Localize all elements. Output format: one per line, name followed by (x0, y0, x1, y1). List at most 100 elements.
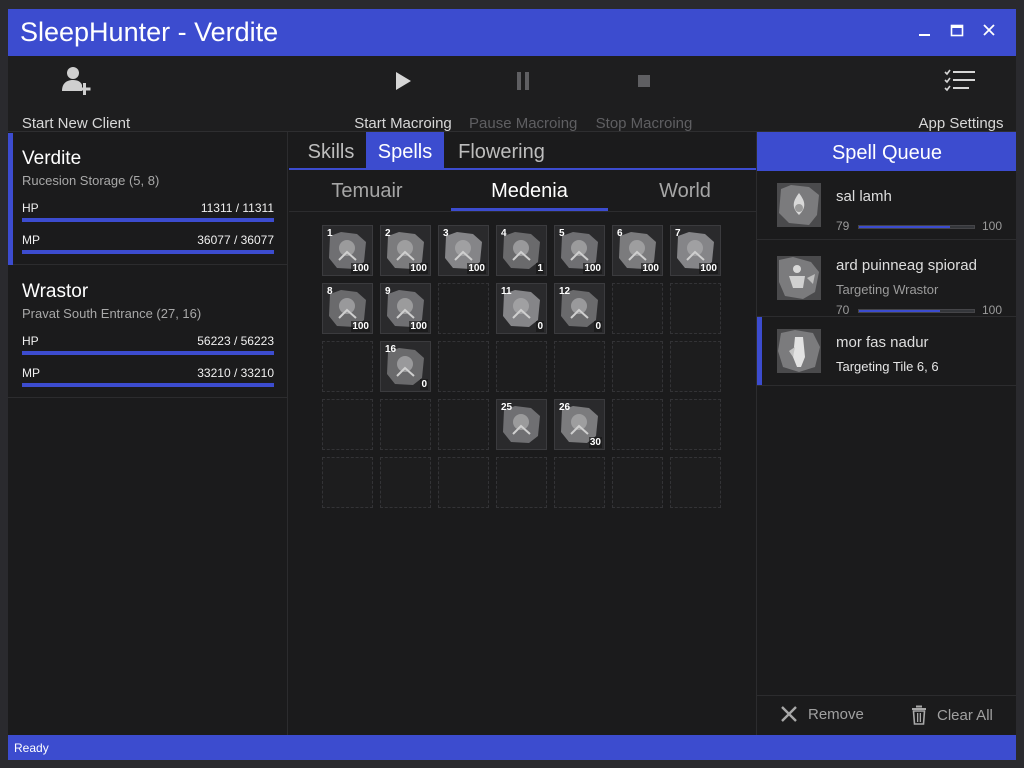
queue-spell-target: Targeting Wrastor (836, 282, 939, 297)
spell-slot-number: 6 (617, 228, 623, 239)
play-icon (351, 56, 455, 106)
spell-category-tabs: Temuair Medenia World (289, 172, 756, 212)
spell-slot[interactable]: 5 100 (554, 225, 605, 276)
spell-slot[interactable]: 1 100 (322, 225, 373, 276)
start-new-client-button[interactable]: Start New Client (21, 56, 131, 132)
start-macroing-label: Start Macroing (354, 115, 452, 132)
pause-icon (469, 56, 577, 106)
stop-macroing-button[interactable]: Stop Macroing (592, 56, 696, 132)
client-location: Pravat South Entrance (27, 16) (22, 306, 202, 321)
spell-slot-count: 0 (420, 379, 428, 390)
empty-spell-slot[interactable] (380, 399, 431, 450)
app-settings-button[interactable]: App Settings (914, 56, 1008, 132)
tab-skills[interactable]: Skills (297, 132, 365, 170)
bar-fill (859, 226, 950, 228)
empty-spell-slot[interactable] (438, 283, 489, 334)
spell-icon (777, 256, 821, 300)
client-list: Verdite Rucesion Storage (5, 8) HP 11311… (8, 132, 288, 735)
empty-spell-slot[interactable] (554, 457, 605, 508)
spell-slot-count: 1 (536, 263, 544, 274)
stop-macroing-label: Stop Macroing (595, 115, 693, 132)
window-title: SleepHunter - Verdite (20, 17, 279, 47)
empty-spell-slot[interactable] (322, 457, 373, 508)
spell-slot[interactable]: 41 (496, 225, 547, 276)
queue-item[interactable]: sal lamh 79 100 (757, 171, 1016, 240)
spell-slot-count: 100 (641, 263, 660, 274)
mp-label: MP (22, 366, 40, 380)
remove-button[interactable]: Remove (780, 705, 864, 723)
empty-spell-slot[interactable] (380, 457, 431, 508)
client-location: Rucesion Storage (5, 8) (22, 173, 160, 188)
clear-all-label: Clear All (937, 706, 993, 724)
spell-slot[interactable]: 7 100 (670, 225, 721, 276)
tab-medenia[interactable]: Medenia (451, 172, 608, 211)
queue-spell-max: 100 (982, 219, 1003, 233)
empty-spell-slot[interactable] (496, 341, 547, 392)
spell-slot-count: 100 (583, 263, 602, 274)
hp-bar (22, 351, 274, 355)
mp-stat: MP 33210 / 33210 (22, 366, 274, 380)
empty-spell-slot[interactable] (322, 341, 373, 392)
spell-slot-count: 100 (351, 321, 370, 332)
maximize-button[interactable] (944, 21, 970, 43)
queue-spell-target: Targeting Tile 6, 6 (836, 359, 939, 374)
empty-spell-slot[interactable] (612, 399, 663, 450)
spell-slot[interactable]: 9 100 (380, 283, 431, 334)
queue-item[interactable]: mor fas nadur Targeting Tile 6, 6 (757, 317, 1016, 386)
mp-bar (22, 250, 274, 254)
app-window: SleepHunter - Verdite Start New Client S… (8, 9, 1016, 760)
empty-spell-slot[interactable] (496, 457, 547, 508)
tab-world[interactable]: World (629, 172, 741, 211)
queue-item[interactable]: ard puinneag spiorad Targeting Wrastor 7… (757, 240, 1016, 317)
spell-slot[interactable]: 25 (496, 399, 547, 450)
spell-slot-number: 4 (501, 228, 507, 239)
hp-stat: HP 56223 / 56223 (22, 334, 274, 348)
empty-spell-slot[interactable] (554, 341, 605, 392)
empty-spell-slot[interactable] (670, 399, 721, 450)
empty-spell-slot[interactable] (670, 283, 721, 334)
client-name: Verdite (22, 148, 82, 169)
spell-slot-number: 7 (675, 228, 681, 239)
bar-fill (22, 218, 274, 222)
bar-fill (22, 250, 274, 254)
spell-slot[interactable]: 6 100 (612, 225, 663, 276)
hp-value: 11311 / 11311 (200, 201, 274, 215)
hp-label: HP (22, 334, 39, 348)
empty-spell-slot[interactable] (438, 457, 489, 508)
minimize-button[interactable] (912, 21, 938, 43)
mp-bar (22, 383, 274, 387)
checklist-settings-icon (914, 56, 1008, 106)
spell-slot[interactable]: 16 0 (380, 341, 431, 392)
mp-stat: MP 36077 / 36077 (22, 233, 274, 247)
queue-spell-current: 79 (836, 219, 850, 233)
empty-spell-slot[interactable] (670, 457, 721, 508)
empty-spell-slot[interactable] (438, 399, 489, 450)
spell-slot-number: 9 (385, 286, 391, 297)
empty-spell-slot[interactable] (322, 399, 373, 450)
empty-spell-slot[interactable] (612, 341, 663, 392)
spell-slot[interactable]: 11 0 (496, 283, 547, 334)
mp-value: 36077 / 36077 (197, 233, 274, 247)
spell-slot[interactable]: 2 100 (380, 225, 431, 276)
spell-slot[interactable]: 26 30 (554, 399, 605, 450)
pause-macroing-button[interactable]: Pause Macroing (469, 56, 577, 132)
empty-spell-slot[interactable] (670, 341, 721, 392)
tab-spells[interactable]: Spells (366, 132, 444, 170)
empty-spell-slot[interactable] (438, 341, 489, 392)
close-button[interactable] (976, 21, 1002, 43)
empty-spell-slot[interactable] (612, 283, 663, 334)
tab-temuair[interactable]: Temuair (303, 172, 431, 211)
spell-slot-number: 25 (501, 402, 513, 413)
spell-slot[interactable]: 8 100 (322, 283, 373, 334)
tab-flowering[interactable]: Flowering (449, 132, 554, 170)
spell-slot[interactable]: 12 0 (554, 283, 605, 334)
client-item-wrastor[interactable]: Wrastor Pravat South Entrance (27, 16) H… (8, 265, 287, 398)
spell-slot-number: 12 (559, 286, 571, 297)
clear-all-button[interactable]: Clear All (911, 705, 993, 725)
empty-spell-slot[interactable] (612, 457, 663, 508)
spell-slot[interactable]: 3 100 (438, 225, 489, 276)
queue-footer: Remove Clear All (757, 695, 1016, 735)
client-item-verdite[interactable]: Verdite Rucesion Storage (5, 8) HP 11311… (8, 132, 287, 265)
start-macroing-button[interactable]: Start Macroing (351, 56, 455, 132)
spell-slot-number: 26 (559, 402, 571, 413)
